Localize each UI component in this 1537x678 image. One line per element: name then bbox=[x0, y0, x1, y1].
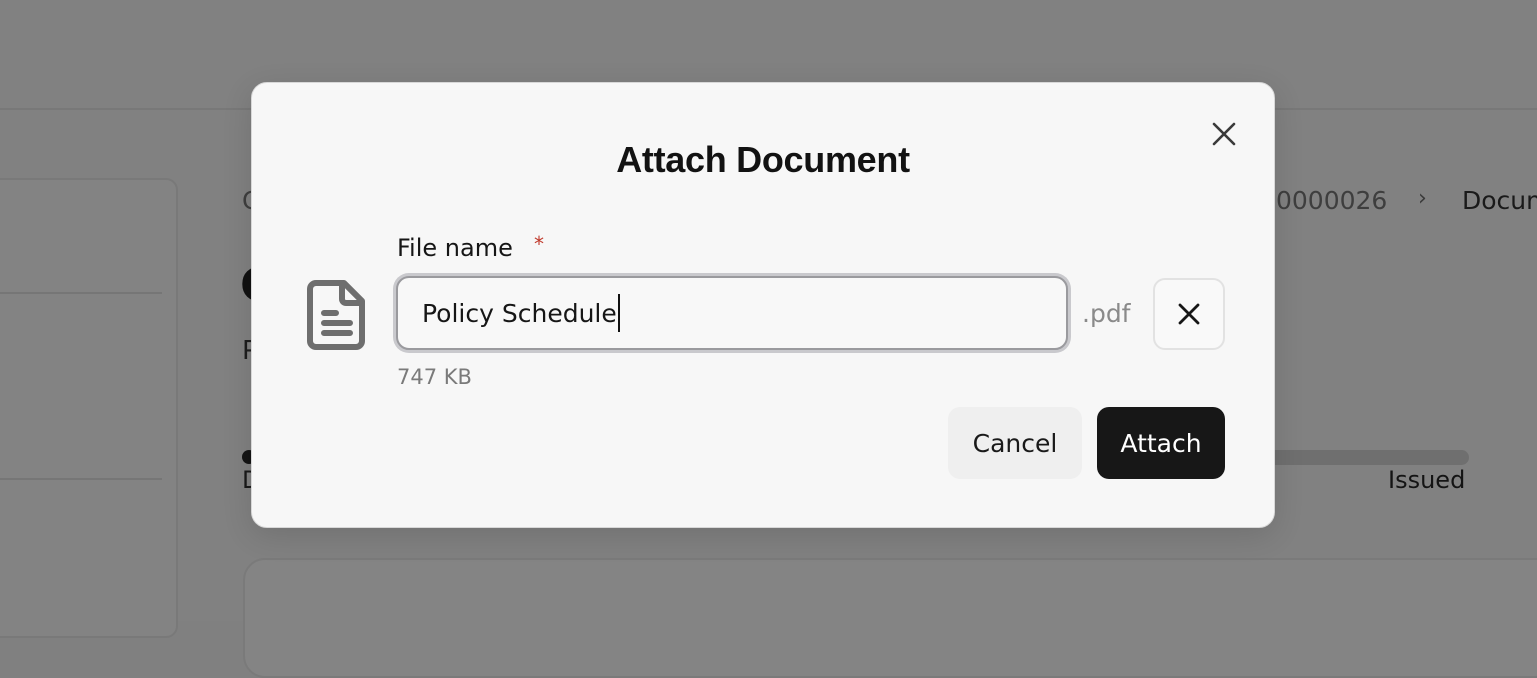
file-name-label: File name bbox=[397, 234, 513, 262]
file-size: 747 KB bbox=[397, 365, 472, 389]
file-extension: .pdf bbox=[1082, 299, 1131, 328]
sidebar-divider bbox=[0, 292, 162, 294]
remove-file-button[interactable] bbox=[1153, 278, 1225, 350]
file-name-input[interactable]: Policy Schedule bbox=[396, 276, 1068, 350]
sidebar-panel bbox=[0, 178, 178, 638]
breadcrumb-current: Docum bbox=[1462, 186, 1537, 215]
required-marker: * bbox=[534, 232, 544, 256]
sidebar-divider bbox=[0, 478, 162, 480]
text-caret bbox=[617, 294, 621, 332]
progress-end-label: Issued bbox=[1388, 466, 1466, 494]
attach-button[interactable]: Attach bbox=[1097, 407, 1225, 479]
document-icon bbox=[306, 279, 368, 351]
progress-track bbox=[1260, 450, 1469, 465]
chevron-right-icon: › bbox=[1418, 186, 1427, 211]
file-name-value: Policy Schedule bbox=[422, 298, 617, 328]
close-icon bbox=[1178, 303, 1200, 325]
file-name-input-focus-ring: Policy Schedule bbox=[393, 273, 1071, 353]
attach-document-dialog: Attach Document File name * Policy Sched… bbox=[251, 82, 1275, 528]
dialog-title: Attach Document bbox=[616, 139, 910, 180]
cancel-button[interactable]: Cancel bbox=[948, 407, 1082, 479]
content-card bbox=[243, 558, 1537, 678]
breadcrumb-item: 0000026 bbox=[1276, 186, 1388, 215]
close-icon[interactable] bbox=[1207, 117, 1241, 151]
